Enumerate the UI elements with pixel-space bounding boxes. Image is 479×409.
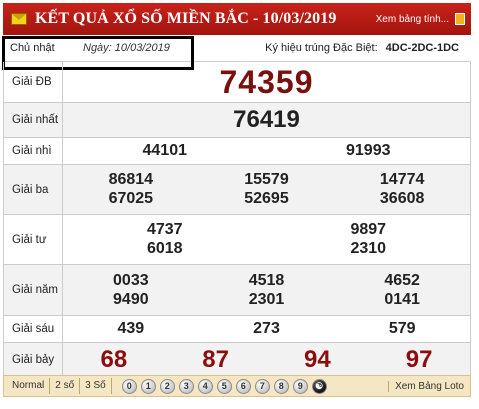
prize-row-tu: Giải tư 4737 9897 6018 2310	[3, 215, 471, 265]
page-title: KẾT QUẢ XỔ SỐ MIỀN BẮC - 10/03/2019	[35, 10, 337, 27]
digit-6-button[interactable]: 6	[235, 378, 251, 394]
prize-number: 4737	[146, 221, 183, 238]
prize-number: 52695	[244, 190, 289, 207]
tab-normal[interactable]: Normal	[4, 378, 51, 394]
header-bar: KẾT QUẢ XỔ SỐ MIỀN BẮC - 10/03/2019 Xem …	[3, 3, 471, 35]
menu-icon[interactable]	[455, 13, 465, 25]
draw-date: Ngày: 10/03/2019	[83, 42, 170, 54]
prize-number: 76419	[233, 106, 300, 133]
prize-number: 2310	[350, 240, 387, 257]
prize-label: Giải ĐB	[4, 62, 63, 102]
prize-number: 68	[100, 345, 128, 373]
digit-3-button[interactable]: 3	[178, 378, 194, 394]
prize-row-db: Giải ĐB 74359	[3, 62, 471, 103]
prize-label: Giải tư	[4, 215, 63, 264]
digit-9-button[interactable]: 9	[292, 378, 308, 394]
digit-2-button[interactable]: 2	[159, 378, 175, 394]
weekday-label: Chủ nhật	[10, 42, 55, 54]
prize-number: 6018	[146, 240, 183, 257]
prize-number: 579	[388, 320, 416, 337]
prize-number: 9490	[113, 290, 149, 308]
tab-2-so[interactable]: 2 số	[50, 378, 81, 394]
prize-number: 44101	[142, 142, 188, 159]
prize-number: 94	[304, 345, 331, 373]
prize-row-nam: Giải năm 0033 4518 4652 9490 2301 0141	[3, 265, 471, 316]
prize-row-sau: Giải sáu 439 273 579	[3, 316, 471, 343]
results-table: Giải ĐB 74359 Giải nhất 76419 Giải nhì 4…	[3, 62, 471, 377]
prize-number: 15579	[244, 171, 289, 188]
prize-number: 74359	[219, 63, 314, 100]
digit-0-button[interactable]: 0	[121, 378, 137, 394]
prize-label: Giải nhì	[4, 138, 63, 164]
prize-label: Giải năm	[4, 265, 63, 315]
prize-row-nhat: Giải nhất 76419	[3, 103, 471, 138]
prize-label: Giải bảy	[4, 343, 63, 376]
prize-number: 273	[253, 320, 280, 337]
prize-number: 4518	[248, 271, 285, 289]
envelope-icon	[11, 13, 27, 25]
prize-label: Giải ba	[4, 165, 63, 214]
tab-3-so[interactable]: 3 Số	[80, 378, 112, 394]
prize-number: 87	[202, 345, 229, 373]
prize-number: 86814	[108, 171, 154, 188]
yin-yang-icon[interactable]: ☯	[311, 378, 327, 394]
footer-toolbar: Normal 2 số 3 Số 0 1 2 3 4 5 6 7 8 9 ☯ X…	[3, 375, 471, 397]
prize-number: 97	[405, 345, 433, 373]
digit-5-button[interactable]: 5	[216, 378, 232, 394]
prize-label: Giải nhất	[4, 103, 63, 137]
prize-number: 9897	[350, 221, 387, 238]
prize-row-ba: Giải ba 86814 15579 14774 67025 52695 36…	[3, 165, 471, 215]
special-code-value: 4DC-2DC-1DC	[385, 42, 459, 54]
prize-number: 36608	[379, 190, 425, 207]
prize-number: 91993	[346, 142, 391, 159]
digit-filter: 0 1 2 3 4 5 6 7 8 9 ☯	[121, 378, 327, 394]
prize-number: 67025	[108, 190, 154, 207]
info-bar: Chủ nhật Ngày: 10/03/2019 Ký hiệu trúng …	[3, 35, 471, 62]
prize-number: 439	[117, 320, 145, 337]
prize-number: 4652	[384, 271, 420, 289]
digit-1-button[interactable]: 1	[140, 378, 156, 394]
prize-number: 0033	[113, 271, 149, 289]
special-code-label: Ký hiệu trúng Đặc Biệt:	[265, 42, 378, 54]
digit-7-button[interactable]: 7	[254, 378, 270, 394]
prize-row-nhi: Giải nhì 44101 91993	[3, 138, 471, 165]
digit-8-button[interactable]: 8	[273, 378, 289, 394]
prize-number: 2301	[248, 290, 285, 308]
prize-number: 14774	[379, 171, 425, 188]
prize-number: 0141	[384, 290, 420, 308]
view-table-link[interactable]: Xem bảng tính...	[376, 14, 449, 25]
prize-row-bay: Giải bảy 68 87 94 97	[3, 343, 471, 377]
digit-4-button[interactable]: 4	[197, 378, 213, 394]
view-loto-link[interactable]: Xem Bảng Loto	[388, 380, 464, 392]
prize-label: Giải sáu	[4, 316, 63, 342]
